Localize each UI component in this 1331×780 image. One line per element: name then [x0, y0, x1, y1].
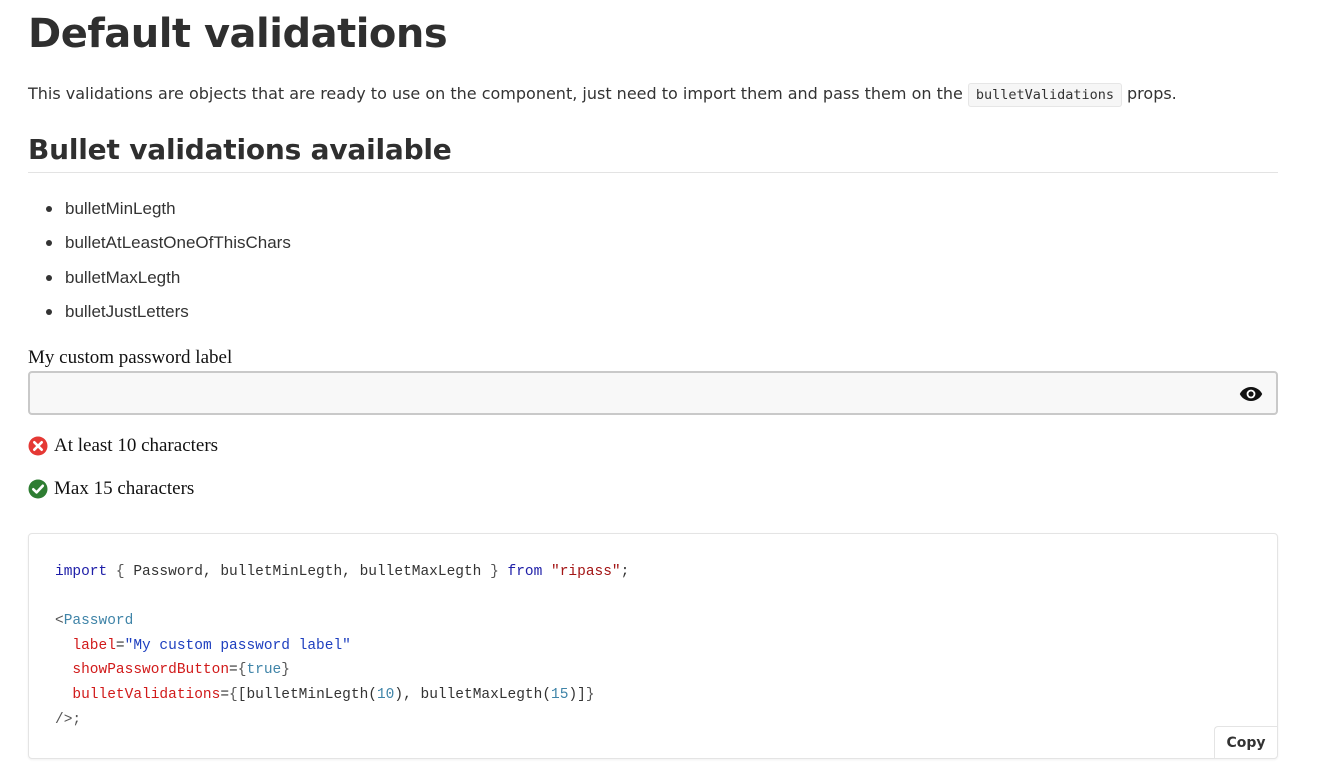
list-item: bulletMaxLegth: [46, 265, 291, 299]
list-item: bulletJustLetters: [46, 299, 291, 333]
code-snippet: import { Password, bulletMinLegth, bulle…: [55, 564, 630, 728]
code-token: ;: [620, 564, 630, 580]
code-example-block: import { Password, bulletMinLegth, bulle…: [28, 533, 1278, 759]
password-input[interactable]: [30, 373, 1244, 413]
validation-rule-max-length: Max 15 characters: [28, 478, 194, 500]
code-token: bulletMinLegth: [246, 686, 369, 703]
code-token: "My custom password label": [124, 637, 351, 654]
copy-button[interactable]: Copy: [1214, 726, 1277, 758]
code-token: from: [507, 564, 543, 580]
code-token: Password: [63, 613, 134, 630]
code-token: import: [55, 564, 108, 580]
code-token: 15: [551, 686, 569, 703]
code-token: {: [115, 564, 125, 580]
password-field-container: [28, 371, 1278, 415]
eye-icon: [1239, 387, 1263, 401]
code-token: showPasswordButton: [72, 662, 230, 679]
validation-rule-min-length: At least 10 characters: [28, 435, 218, 457]
intro-paragraph: This validations are objects that are re…: [28, 80, 1177, 109]
code-token: bulletMaxLegth: [420, 686, 543, 703]
list-item: bulletAtLeastOneOfThisChars: [46, 230, 291, 264]
code-token: bulletValidations: [72, 686, 221, 703]
code-token: Password, bulletMinLegth, bulletMaxLegth: [133, 564, 482, 580]
code-token: <: [55, 613, 64, 630]
validation-rule-text: At least 10 characters: [54, 435, 219, 456]
page-title: Default validations: [28, 11, 448, 57]
x-circle-icon: [28, 436, 48, 456]
code-token: label: [72, 637, 116, 654]
validation-rule-text: Max 15 characters: [54, 478, 195, 499]
password-label: My custom password label: [28, 347, 233, 368]
inline-code: bulletValidations: [967, 83, 1123, 107]
code-token: "ripass": [551, 564, 621, 580]
intro-text-after: props.: [1127, 84, 1177, 103]
code-token: />;: [55, 711, 82, 728]
check-circle-icon: [28, 479, 48, 499]
list-item: bulletMinLegth: [46, 196, 291, 230]
code-token: true: [246, 662, 282, 679]
section-heading: Bullet validations available: [28, 130, 1278, 173]
code-token: 10: [376, 686, 395, 703]
intro-text-before: This validations are objects that are re…: [28, 84, 963, 103]
show-password-button[interactable]: [1238, 383, 1264, 405]
code-token: }: [490, 564, 499, 580]
bullet-validations-list: bulletMinLegth bulletAtLeastOneOfThisCha…: [28, 196, 291, 333]
